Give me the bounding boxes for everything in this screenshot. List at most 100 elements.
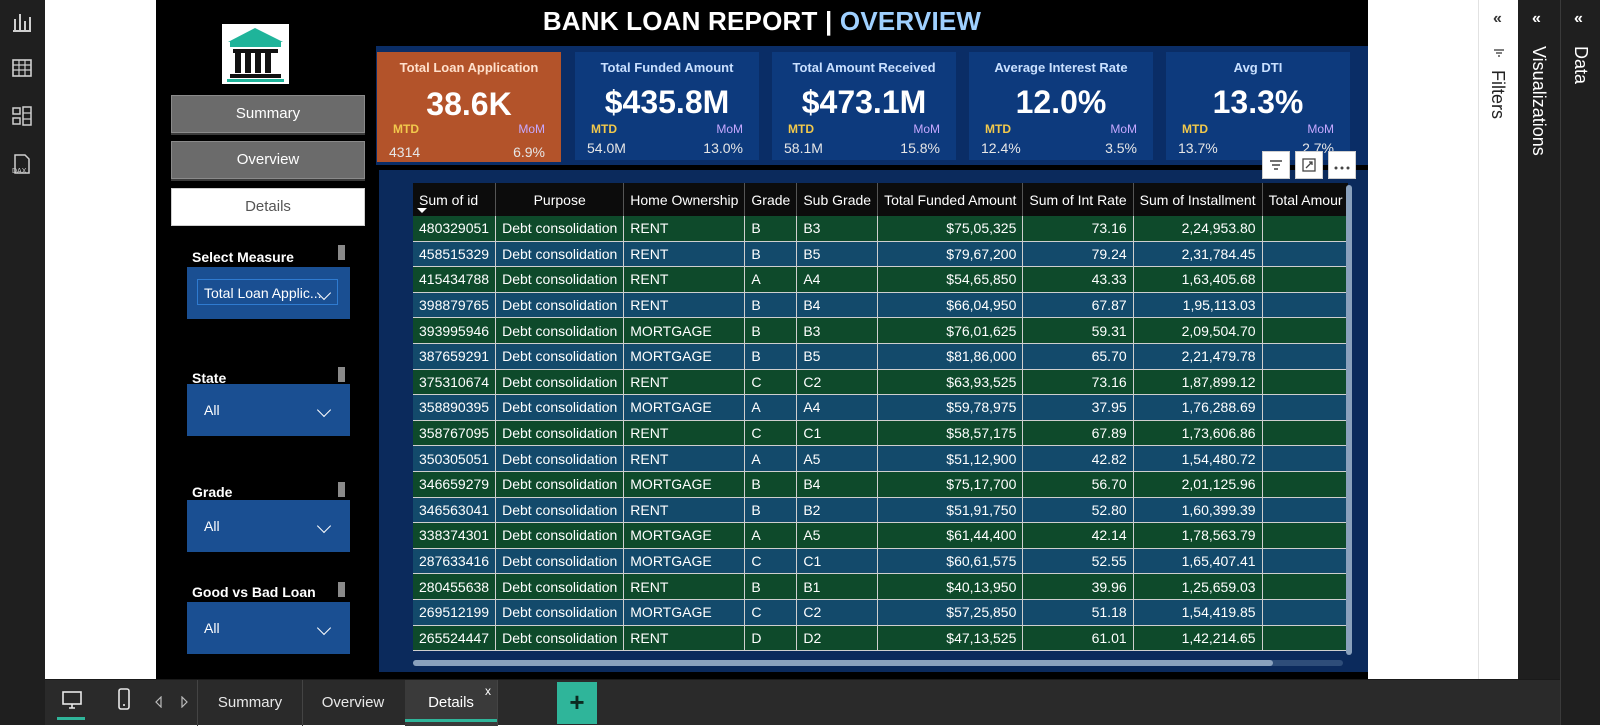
collapse-icon[interactable]: « — [1493, 10, 1502, 28]
table-row[interactable]: 398879765 Debt consolidation RENT B B4 $66,04… — [413, 292, 1348, 319]
purpose-cell: Debt consolidation — [495, 317, 625, 344]
sub-grade-cell: A4 — [796, 266, 879, 293]
column-header[interactable]: Sum of Int Rate — [1022, 183, 1134, 216]
column-header[interactable]: Total Funded Amount — [877, 183, 1024, 216]
phone-icon[interactable] — [117, 688, 131, 710]
table-row[interactable]: 415434788 Debt consolidation RENT A A4 $54,65… — [413, 266, 1348, 293]
funded-amount-cell: $40,13,950 — [877, 573, 1024, 600]
table-row[interactable]: 458515329 Debt consolidation RENT B B5 $79,67… — [413, 241, 1348, 268]
column-header-label: Sum of id — [419, 191, 479, 208]
data-pane[interactable]: « Data — [1560, 0, 1600, 725]
table-row[interactable]: 387659291 Debt consolidation MORTGAGE B B5 $8… — [413, 343, 1348, 370]
column-header[interactable]: Sub Grade — [796, 183, 879, 216]
more-options-icon[interactable] — [1328, 151, 1356, 179]
report-view-icon[interactable] — [10, 10, 34, 34]
column-header[interactable]: Home Ownership — [623, 183, 746, 216]
report-title-accent: OVERVIEW — [839, 6, 982, 36]
filters-pane[interactable]: « Filters — [1478, 0, 1518, 679]
table-row[interactable]: 393995946 Debt consolidation MORTGAGE B B3 $7… — [413, 317, 1348, 344]
kpi-mom-label: MoM — [716, 122, 743, 136]
kpi-card-total-amount-received[interactable]: Total Amount Received $473.1M MTD MoM 58… — [772, 52, 956, 160]
total-amount-cell — [1262, 548, 1348, 575]
good-vs-bad-label: Good vs Bad Loan — [192, 584, 316, 600]
model-view-icon[interactable] — [10, 104, 34, 128]
tab-summary[interactable]: Summary — [197, 680, 303, 726]
installment-cell: 1,42,214.65 — [1133, 625, 1263, 652]
tab-overview[interactable]: Overview — [301, 680, 406, 726]
column-header[interactable]: Purpose — [495, 183, 625, 216]
table-row[interactable]: 358767095 Debt consolidation RENT C C1 $58,57… — [413, 420, 1348, 447]
desktop-icon[interactable] — [61, 690, 83, 710]
grade-cell: D — [744, 625, 798, 652]
filter-icon[interactable] — [1262, 151, 1290, 179]
table-row[interactable]: 280455638 Debt consolidation RENT B B1 $40,13… — [413, 573, 1348, 600]
table-row[interactable]: 338374301 Debt consolidation MORTGAGE A A5 $6… — [413, 522, 1348, 549]
grade-cell: C — [744, 420, 798, 447]
total-amount-cell — [1262, 445, 1348, 472]
collapse-icon[interactable]: « — [1574, 10, 1583, 28]
table-row[interactable]: 269512199 Debt consolidation MORTGAGE C C2 $5… — [413, 599, 1348, 626]
table-row[interactable]: 265524447 Debt consolidation RENT D D2 $47,13… — [413, 625, 1348, 652]
sub-grade-cell: C1 — [796, 420, 879, 447]
close-icon[interactable]: x — [485, 668, 491, 714]
table-row[interactable]: 346563041 Debt consolidation RENT B B2 $51,91… — [413, 497, 1348, 524]
tab-details[interactable]: Details x — [405, 680, 498, 726]
funded-amount-cell: $79,67,200 — [877, 241, 1024, 268]
overview-button[interactable]: Overview — [171, 141, 365, 179]
summary-button[interactable]: Summary — [171, 95, 365, 133]
id-cell: 393995946 — [413, 317, 497, 344]
home-ownership-cell: RENT — [623, 292, 746, 319]
good-vs-bad-dropdown[interactable]: All — [197, 614, 338, 640]
kpi-mtd-value: 54.0M — [587, 140, 626, 156]
details-button[interactable]: Details — [171, 188, 365, 226]
home-ownership-cell: RENT — [623, 420, 746, 447]
table-row[interactable]: 346659279 Debt consolidation MORTGAGE B B4 $7… — [413, 471, 1348, 498]
add-page-button[interactable]: + — [557, 682, 597, 724]
table-row[interactable]: 287633416 Debt consolidation MORTGAGE C C1 $6… — [413, 548, 1348, 575]
id-cell: 358767095 — [413, 420, 497, 447]
kpi-card-total-funded-amount[interactable]: Total Funded Amount $435.8M MTD MoM 54.0… — [575, 52, 759, 160]
dax-query-icon[interactable]: DAX — [10, 152, 34, 176]
select-measure-dropdown[interactable]: Total Loan Applic... — [197, 279, 338, 305]
slicer-handle[interactable] — [338, 482, 345, 497]
table-row[interactable]: 358890395 Debt consolidation MORTGAGE A A4 $5… — [413, 394, 1348, 421]
collapse-icon[interactable]: « — [1532, 10, 1541, 28]
kpi-mtd-value: 13.7% — [1178, 140, 1218, 156]
kpi-card-total-loan-application[interactable]: Total Loan Application 38.6K MTD MoM 431… — [377, 52, 561, 162]
table-row[interactable]: 350305051 Debt consolidation RENT A A5 $51,12… — [413, 445, 1348, 472]
visualizations-pane[interactable]: « Visualizations — [1518, 0, 1560, 679]
funded-amount-cell: $75,17,700 — [877, 471, 1024, 498]
vertical-scrollbar[interactable] — [1346, 185, 1352, 655]
column-header[interactable]: Sum of id — [413, 183, 497, 216]
column-header[interactable]: Total Amour — [1262, 183, 1348, 216]
select-measure-value: Total Loan Applic... — [204, 285, 322, 301]
focus-mode-icon[interactable] — [1295, 151, 1323, 179]
report-title: BANK LOAN REPORT | OVERVIEW — [156, 6, 1368, 37]
table-view-icon[interactable] — [10, 56, 34, 80]
grade-cell: B — [744, 343, 798, 370]
kpi-card-average-interest-rate[interactable]: Average Interest Rate 12.0% MTD MoM 12.4… — [969, 52, 1153, 160]
purpose-cell: Debt consolidation — [495, 599, 625, 626]
column-header[interactable]: Grade — [744, 183, 798, 216]
home-ownership-cell: MORTGAGE — [623, 471, 746, 498]
int-rate-cell: 65.70 — [1022, 343, 1134, 370]
kpi-card-avg-dti[interactable]: Avg DTI 13.3% MTD MoM 13.7% 2.7% — [1166, 52, 1350, 160]
table-row[interactable]: 375310674 Debt consolidation RENT C C2 $63,93… — [413, 369, 1348, 396]
state-dropdown[interactable]: All — [197, 396, 338, 422]
table-row[interactable]: 480329051 Debt consolidation RENT B B3 $75,05… — [413, 216, 1348, 242]
int-rate-cell: 51.18 — [1022, 599, 1134, 626]
funded-amount-cell: $81,86,000 — [877, 343, 1024, 370]
funded-amount-cell: $47,13,525 — [877, 625, 1024, 652]
prev-page-icon[interactable] — [155, 696, 163, 708]
total-amount-cell — [1262, 241, 1348, 268]
funded-amount-cell: $54,65,850 — [877, 266, 1024, 293]
installment-cell: 2,01,125.96 — [1133, 471, 1263, 498]
horizontal-scrollbar[interactable] — [413, 660, 1273, 666]
slicer-handle[interactable] — [338, 245, 345, 260]
details-table-container[interactable]: Sum of id Purpose Home Ownership Grade S… — [413, 183, 1348, 659]
next-page-icon[interactable] — [180, 696, 188, 708]
slicer-handle[interactable] — [338, 582, 345, 597]
column-header[interactable]: Sum of Installment — [1133, 183, 1263, 216]
slicer-handle[interactable] — [338, 367, 345, 382]
grade-dropdown[interactable]: All — [197, 512, 338, 538]
